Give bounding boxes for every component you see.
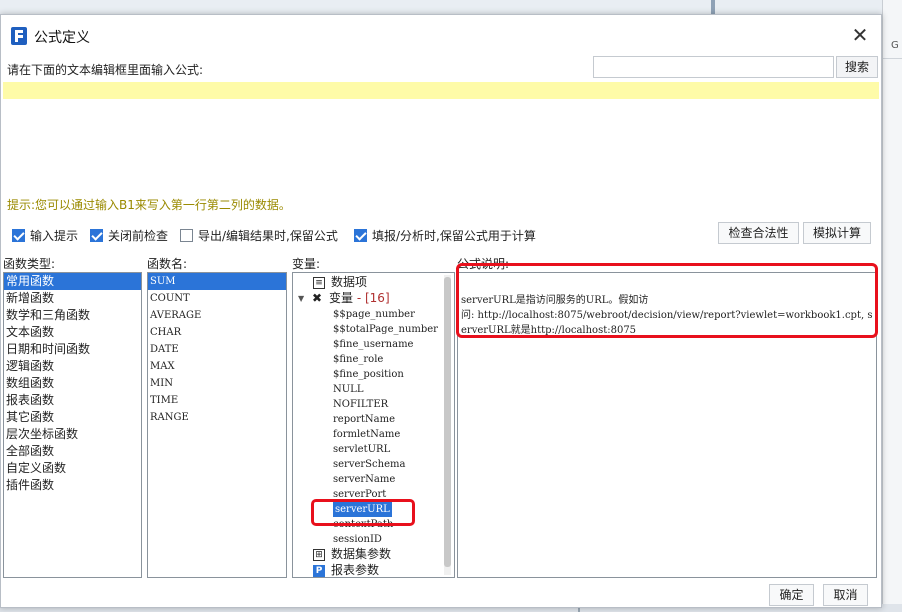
keep-formula-export-label: 导出/编辑结果时,保留公式 bbox=[198, 228, 338, 243]
tree-structure-icon: ⊞ bbox=[313, 548, 325, 561]
keep-formula-export-checkbox[interactable] bbox=[180, 228, 193, 242]
variables-label: 变量: bbox=[292, 257, 321, 271]
background-app-panel: G bbox=[882, 0, 902, 612]
variable-icon: ✖ bbox=[311, 290, 323, 305]
list-item[interactable]: 数组函数 bbox=[4, 375, 141, 392]
app-logo-icon bbox=[11, 27, 27, 45]
formula-dialog: 公式定义 ✕ 请在下面的文本编辑框里面输入公式: 搜索 提示:您可以通过输入B1… bbox=[0, 14, 882, 608]
cancel-button[interactable]: 取消 bbox=[823, 584, 868, 606]
list-item[interactable]: RANGE bbox=[148, 409, 286, 426]
tree-label: 报表参数 bbox=[331, 563, 380, 577]
ok-button[interactable]: 确定 bbox=[769, 584, 814, 606]
tree-variable[interactable]: $$page_number bbox=[333, 307, 415, 322]
input-hint-checkbox[interactable] bbox=[12, 228, 25, 242]
close-button[interactable]: ✕ bbox=[847, 23, 873, 49]
input-hint-option[interactable]: 输入提示 bbox=[12, 227, 78, 243]
list-item[interactable]: AVERAGE bbox=[148, 307, 286, 324]
keep-formula-fill-option[interactable]: 填报/分析时,保留公式用于计算 bbox=[354, 227, 536, 243]
list-item[interactable]: 全部函数 bbox=[4, 443, 141, 460]
tree-variable[interactable]: formletName bbox=[333, 427, 400, 442]
chevron-down-icon[interactable]: ▼ bbox=[298, 291, 308, 306]
list-item[interactable]: 常用函数 bbox=[4, 273, 141, 290]
tree-variable[interactable]: $fine_username bbox=[333, 337, 413, 352]
list-item[interactable]: 数学和三角函数 bbox=[4, 307, 141, 324]
list-item[interactable]: 新增函数 bbox=[4, 290, 141, 307]
tree-label: 数据项 bbox=[331, 275, 368, 289]
list-item[interactable]: COUNT bbox=[148, 290, 286, 307]
tree-item-dataset[interactable]: ≡ 数据项 bbox=[313, 275, 367, 290]
check-before-close-label: 关闭前检查 bbox=[108, 228, 169, 243]
list-item[interactable]: 其它函数 bbox=[4, 409, 141, 426]
tree-label: 变量 bbox=[329, 291, 354, 305]
scrollbar-thumb[interactable] bbox=[444, 277, 451, 567]
function-types-list[interactable]: 常用函数 新增函数 数学和三角函数 文本函数 日期和时间函数 逻辑函数 数组函数… bbox=[3, 272, 142, 578]
list-item[interactable]: 插件函数 bbox=[4, 477, 141, 494]
keep-formula-export-option[interactable]: 导出/编辑结果时,保留公式 bbox=[180, 227, 338, 243]
list-item[interactable]: CHAR bbox=[148, 324, 286, 341]
simulate-button[interactable]: 模拟计算 bbox=[803, 222, 871, 244]
list-item[interactable]: MAX bbox=[148, 358, 286, 375]
tree-variable[interactable]: serverName bbox=[333, 472, 395, 487]
list-item[interactable]: 自定义函数 bbox=[4, 460, 141, 477]
keep-formula-fill-checkbox[interactable] bbox=[354, 228, 367, 242]
variables-tree[interactable]: ≡ 数据项 ▼ ✖ 变量 - [16] $$page_number $$tota… bbox=[292, 272, 455, 578]
dataset-icon: ≡ bbox=[313, 276, 325, 289]
highlight-annotation bbox=[456, 263, 878, 338]
tree-variable[interactable]: $fine_role bbox=[333, 352, 383, 367]
background-column-letter: G bbox=[891, 40, 899, 51]
list-item[interactable]: SUM bbox=[148, 273, 286, 290]
editor-hint: 提示:您可以通过输入B1来写入第一行第二列的数据。 bbox=[7, 198, 291, 212]
highlight-annotation bbox=[311, 499, 415, 526]
background-divider bbox=[883, 58, 902, 59]
editor-current-line bbox=[3, 82, 879, 99]
list-item[interactable]: 逻辑函数 bbox=[4, 358, 141, 375]
tree-item-report-params[interactable]: P 报表参数 bbox=[313, 563, 380, 577]
check-before-close-option[interactable]: 关闭前检查 bbox=[90, 227, 168, 243]
tree-variable[interactable]: sessionID bbox=[333, 532, 382, 547]
keep-formula-fill-label: 填报/分析时,保留公式用于计算 bbox=[372, 228, 536, 243]
tree-scrollbar[interactable] bbox=[444, 275, 451, 575]
variable-count: - [16] bbox=[356, 291, 390, 305]
list-item[interactable]: 报表函数 bbox=[4, 392, 141, 409]
list-item[interactable]: TIME bbox=[148, 392, 286, 409]
list-item[interactable]: MIN bbox=[148, 375, 286, 392]
list-item[interactable]: 文本函数 bbox=[4, 324, 141, 341]
tree-variable[interactable]: reportName bbox=[333, 412, 395, 427]
tree-variable[interactable]: servletURL bbox=[333, 442, 390, 457]
list-item[interactable]: DATE bbox=[148, 341, 286, 358]
function-names-label: 函数名: bbox=[147, 257, 188, 271]
tree-variable[interactable]: NULL bbox=[333, 382, 363, 397]
options-bar: 输入提示 关闭前检查 导出/编辑结果时,保留公式 填报/分析时,保留公式用于计算… bbox=[1, 220, 881, 246]
parameter-icon: P bbox=[313, 564, 325, 577]
check-validity-button[interactable]: 检查合法性 bbox=[718, 222, 799, 244]
tree-label: 数据集参数 bbox=[331, 547, 392, 561]
tree-item-variables[interactable]: ▼ ✖ 变量 - [16] bbox=[298, 291, 390, 306]
dialog-title: 公式定义 bbox=[34, 30, 90, 46]
function-types-label: 函数类型: bbox=[3, 257, 56, 271]
editor-instruction: 请在下面的文本编辑框里面输入公式: bbox=[7, 63, 204, 77]
search-button[interactable]: 搜索 bbox=[836, 56, 878, 78]
tree-variable[interactable]: NOFILTER bbox=[333, 397, 388, 412]
dialog-titlebar[interactable]: 公式定义 ✕ bbox=[1, 15, 881, 55]
check-before-close-checkbox[interactable] bbox=[90, 228, 103, 242]
tree-variable[interactable]: serverSchema bbox=[333, 457, 405, 472]
tree-variable[interactable]: $fine_position bbox=[333, 367, 404, 382]
input-hint-label: 输入提示 bbox=[30, 228, 79, 243]
list-item[interactable]: 层次坐标函数 bbox=[4, 426, 141, 443]
formula-editor[interactable]: 提示:您可以通过输入B1来写入第一行第二列的数据。 bbox=[3, 82, 879, 216]
function-names-list[interactable]: SUM COUNT AVERAGE CHAR DATE MAX MIN TIME… bbox=[147, 272, 287, 578]
list-item[interactable]: 日期和时间函数 bbox=[4, 341, 141, 358]
search-input[interactable] bbox=[593, 56, 834, 78]
tree-variable[interactable]: $$totalPage_number bbox=[333, 322, 438, 337]
tree-item-dataset-params[interactable]: ⊞ 数据集参数 bbox=[313, 547, 391, 562]
